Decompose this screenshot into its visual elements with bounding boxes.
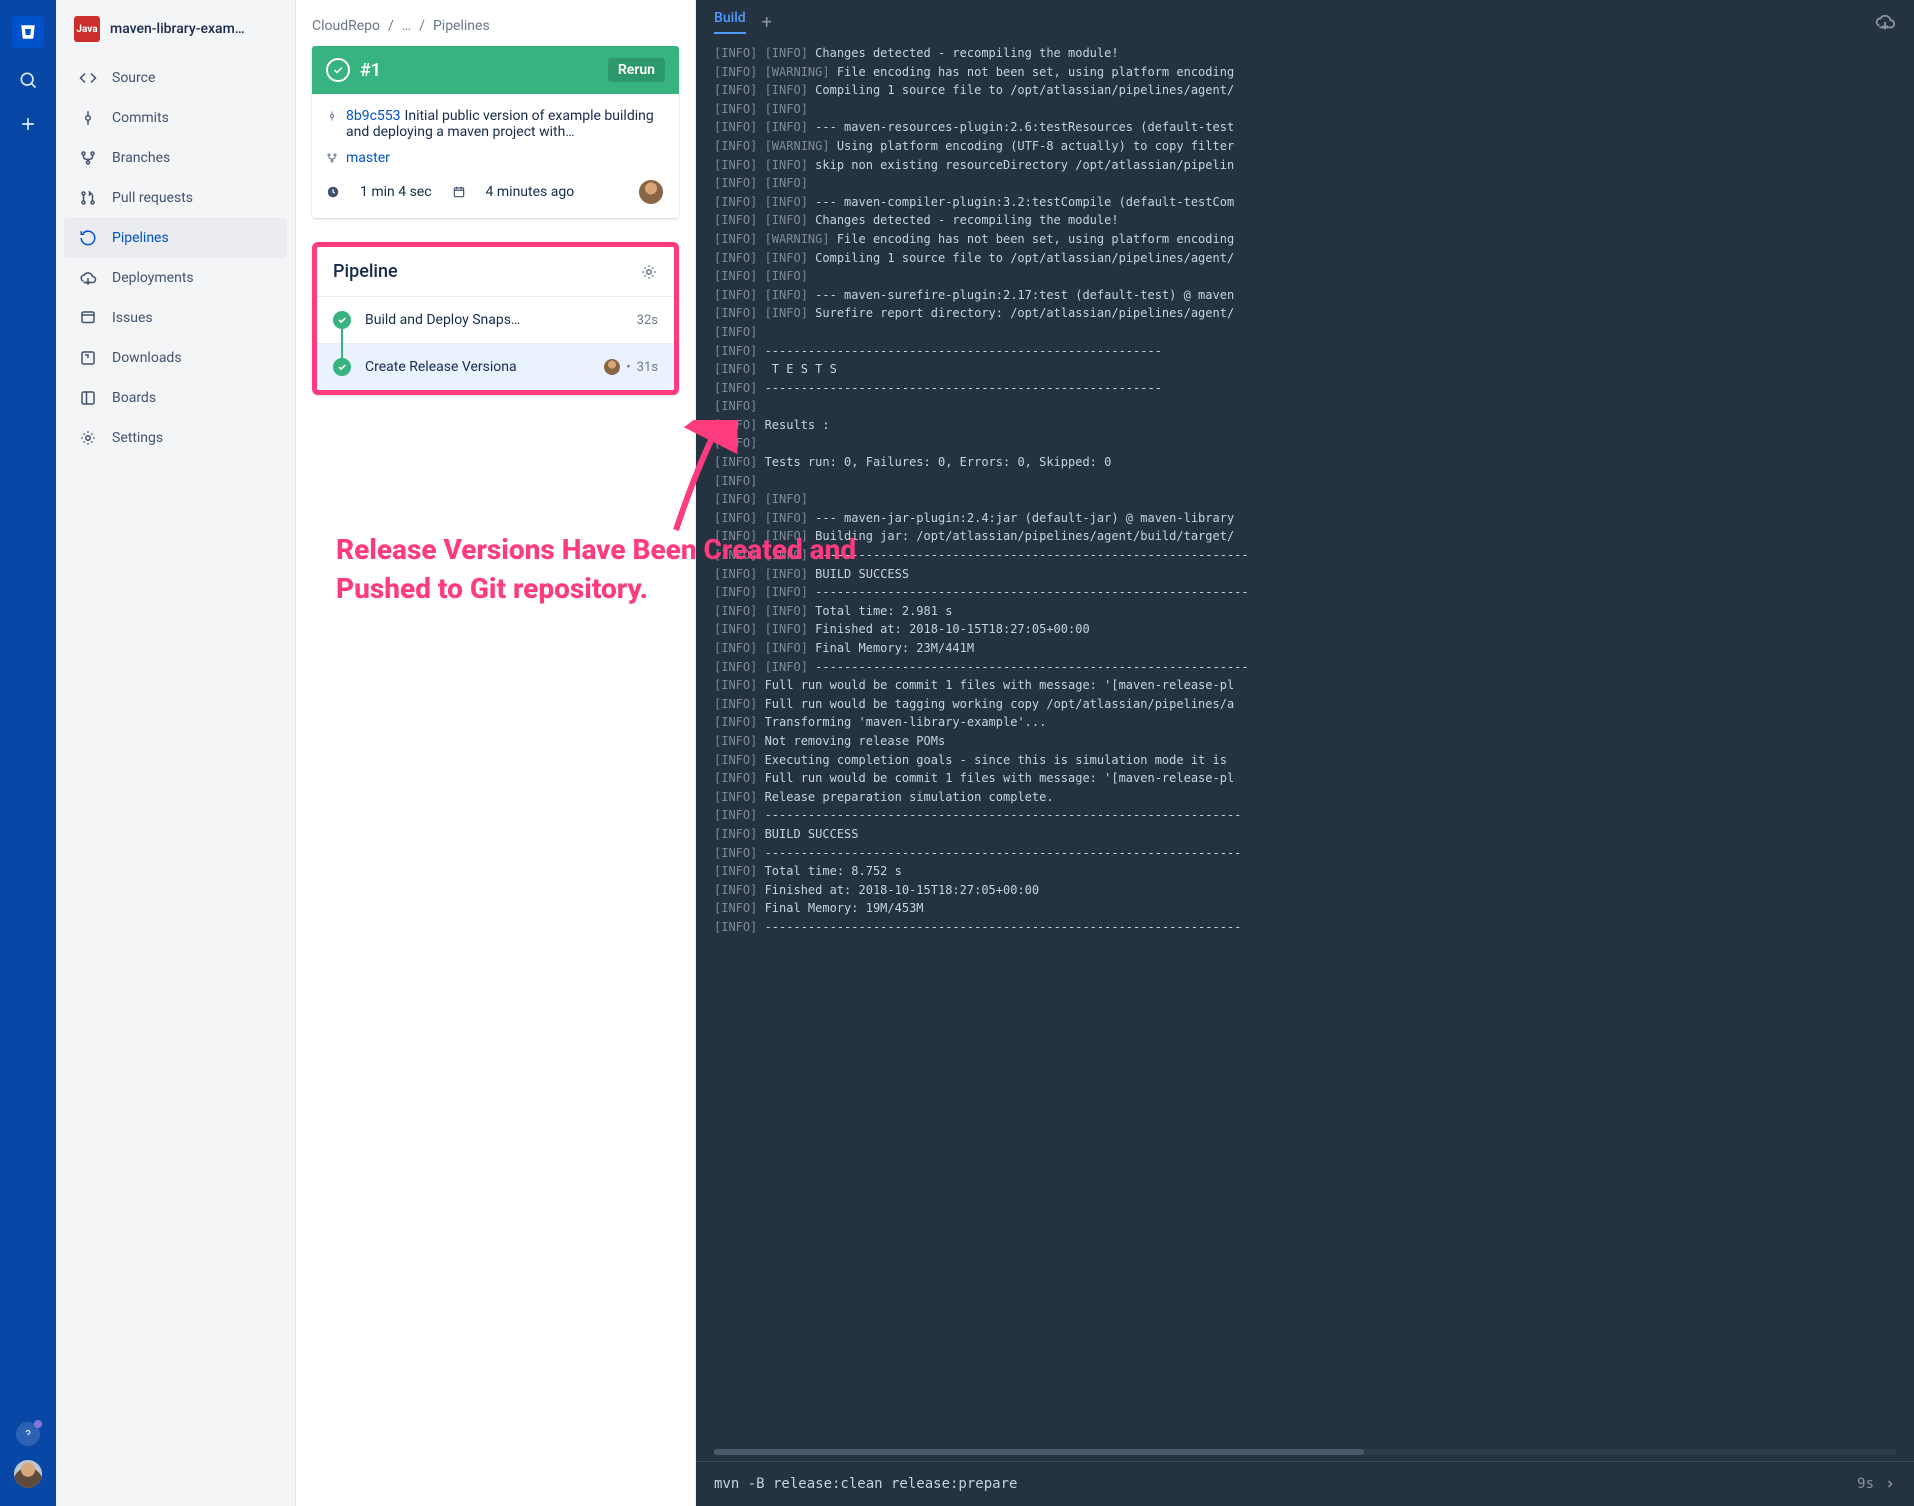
repo-sidebar: Java maven-library-exam… Source Commits … (56, 0, 296, 1506)
check-icon (333, 358, 351, 376)
branches-icon (78, 148, 98, 168)
pipeline-step[interactable]: Create Release Versiona •31s (317, 343, 674, 390)
pipeline-title: Pipeline (333, 261, 398, 282)
deployments-icon (78, 268, 98, 288)
search-icon[interactable] (16, 68, 40, 92)
check-icon (326, 58, 350, 82)
sidebar-item-source[interactable]: Source (64, 58, 287, 98)
sidebar-item-label: Branches (112, 150, 170, 166)
pipeline-step[interactable]: Build and Deploy Snaps… 32s (317, 296, 674, 343)
sidebar-item-label: Deployments (112, 270, 194, 286)
commit-text: 8b9c553Initial public version of example… (346, 108, 663, 140)
step-duration: 31s (637, 360, 658, 375)
log-command: mvn -B release:clean release:prepare (714, 1476, 1017, 1492)
breadcrumb-link[interactable]: … (402, 18, 411, 34)
sidebar-item-prs[interactable]: Pull requests (64, 178, 287, 218)
sidebar-item-label: Pull requests (112, 190, 193, 206)
log-panel: Build + [INFO] [INFO] Changes detected -… (696, 0, 1914, 1506)
sidebar-item-downloads[interactable]: Downloads (64, 338, 287, 378)
scrollbar[interactable] (714, 1449, 1896, 1455)
run-title: #1 (360, 60, 598, 81)
project-name: maven-library-exam… (110, 21, 245, 37)
cloud-download-icon[interactable] (1874, 11, 1896, 33)
global-nav-rail (0, 0, 56, 1506)
run-card: #1 Rerun 8b9c553Initial public version o… (312, 46, 679, 218)
boards-icon (78, 388, 98, 408)
sidebar-item-label: Downloads (112, 350, 182, 366)
sidebar-item-label: Issues (112, 310, 153, 326)
log-output[interactable]: [INFO] [INFO] Changes detected - recompi… (696, 34, 1914, 1449)
source-icon (78, 68, 98, 88)
sidebar-item-deployments[interactable]: Deployments (64, 258, 287, 298)
pipeline-panel: Pipeline Build and Deploy Snaps… 32s Cre… (312, 242, 679, 395)
calendar-icon (452, 185, 466, 199)
sidebar-item-boards[interactable]: Boards (64, 378, 287, 418)
commits-icon (78, 108, 98, 128)
log-command-duration: 9s (1857, 1476, 1874, 1492)
user-avatar[interactable] (14, 1460, 42, 1488)
downloads-icon (78, 348, 98, 368)
sidebar-item-label: Commits (112, 110, 169, 126)
tab-build[interactable]: Build (714, 10, 746, 34)
sidebar-item-settings[interactable]: Settings (64, 418, 287, 458)
sidebar-item-issues[interactable]: Issues (64, 298, 287, 338)
sidebar-item-label: Pipelines (112, 230, 169, 246)
branch-link[interactable]: master (346, 150, 390, 166)
step-name: Create Release Versiona (365, 359, 604, 375)
run-time: 4 minutes ago (486, 184, 575, 200)
sidebar-item-commits[interactable]: Commits (64, 98, 287, 138)
add-tab-icon[interactable]: + (762, 12, 772, 33)
settings-icon (78, 428, 98, 448)
commit-icon (326, 110, 338, 122)
rerun-button[interactable]: Rerun (608, 58, 665, 82)
help-icon[interactable] (16, 1422, 40, 1446)
sidebar-item-label: Settings (112, 430, 163, 446)
check-icon (333, 311, 351, 329)
breadcrumb-link[interactable]: CloudRepo (312, 18, 380, 34)
author-avatar (639, 180, 663, 204)
main-content: CloudRepo / … / Pipelines #1 Rerun 8b9c5… (296, 0, 696, 1506)
create-icon[interactable] (16, 112, 40, 136)
issues-icon (78, 308, 98, 328)
bitbucket-logo[interactable] (12, 16, 44, 48)
branch-icon (326, 152, 338, 164)
sidebar-item-branches[interactable]: Branches (64, 138, 287, 178)
commit-hash[interactable]: 8b9c553 (346, 108, 401, 124)
pull-requests-icon (78, 188, 98, 208)
trigger-avatar (604, 359, 620, 375)
chevron-right-icon[interactable] (1884, 1478, 1896, 1490)
breadcrumb: CloudRepo / … / Pipelines (312, 18, 679, 34)
sidebar-item-pipelines[interactable]: Pipelines (64, 218, 287, 258)
pipelines-icon (78, 228, 98, 248)
project-badge: Java (74, 16, 100, 42)
gear-icon[interactable] (640, 263, 658, 281)
run-duration: 1 min 4 sec (360, 184, 432, 200)
step-name: Build and Deploy Snaps… (365, 312, 637, 328)
clock-icon (326, 185, 340, 199)
breadcrumb-current: Pipelines (433, 18, 490, 34)
sidebar-item-label: Source (112, 70, 155, 86)
step-duration: 32s (637, 313, 658, 328)
project-header[interactable]: Java maven-library-exam… (56, 0, 295, 52)
sidebar-item-label: Boards (112, 390, 156, 406)
